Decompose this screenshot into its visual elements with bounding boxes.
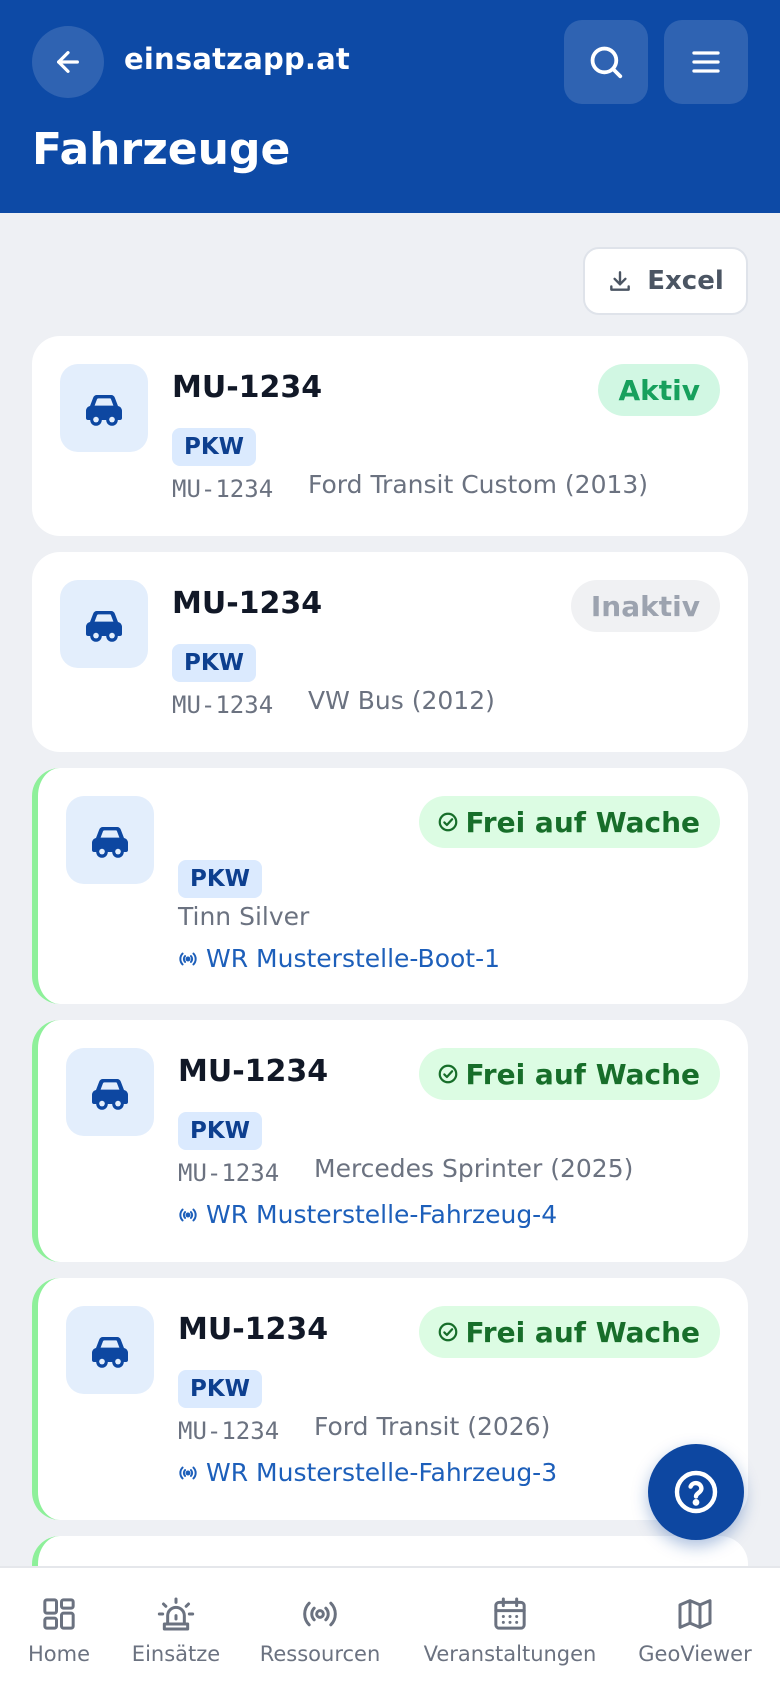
car-icon (92, 1337, 128, 1368)
download-icon (610, 271, 631, 291)
search-button[interactable] (564, 20, 648, 104)
vehicle-model: Ford Transit (2026) (314, 1412, 551, 1441)
status-badge: Frei auf Wache (419, 1306, 720, 1358)
vehicle-plate: MU-1234 (178, 1054, 329, 1089)
car-icon (92, 827, 128, 858)
search-icon (590, 46, 623, 79)
status-label: Frei auf Wache (465, 1315, 700, 1349)
broadcast-icon (179, 952, 197, 965)
vehicle-model: Tinn Silver (178, 902, 310, 931)
page-title: Fahrzeuge (32, 124, 291, 175)
status-badge: Frei auf Wache (419, 1048, 720, 1100)
back-button[interactable] (32, 26, 104, 98)
vehicle-plate-code: MU-1234 (172, 691, 274, 719)
car-icon (86, 395, 122, 426)
vehicle-card[interactable]: MU-1234 Frei auf Wache PKW MU-1234 Ford … (32, 1278, 748, 1520)
check-circle-icon (439, 1064, 458, 1084)
nav-item-geoviewer[interactable]: GeoViewer (636, 1568, 754, 1688)
menu-button[interactable] (664, 20, 748, 104)
vehicle-type-badge: PKW (178, 1112, 263, 1150)
check-circle-icon (439, 812, 458, 832)
vehicle-type-badge: PKW (172, 644, 257, 682)
nav-label: GeoViewer (638, 1642, 752, 1666)
station-label: WR Musterstelle-Fahrzeug-4 (206, 1200, 558, 1229)
car-icon (86, 611, 122, 642)
site-name: einsatzapp.at (124, 42, 350, 76)
status-label: Inaktiv (590, 589, 700, 623)
station-label: WR Musterstelle-Fahrzeug-3 (206, 1458, 558, 1487)
home-grid-icon (43, 1598, 75, 1630)
nav-item-einsaetze[interactable]: Einsätze (126, 1568, 226, 1688)
status-label: Aktiv (618, 373, 700, 407)
status-badge: Inaktiv (570, 580, 720, 632)
excel-label: Excel (647, 266, 724, 296)
hamburger-menu-icon (692, 51, 720, 73)
nav-item-veranstaltungen[interactable]: Veranstaltungen (418, 1568, 602, 1688)
bottom-navigation: Home Einsätze Ressourcen Veranstaltungen… (0, 1566, 780, 1688)
vehicle-station[interactable]: WR Musterstelle-Fahrzeug-3 (178, 1458, 557, 1487)
station-label: WR Musterstelle-Boot-1 (206, 944, 501, 973)
nav-label: Einsätze (131, 1642, 221, 1666)
vehicle-station[interactable]: WR Musterstelle-Boot-1 (178, 944, 500, 973)
siren-icon (157, 1597, 195, 1631)
nav-item-ressourcen[interactable]: Ressourcen (256, 1568, 384, 1688)
nav-label: Ressourcen (259, 1642, 381, 1666)
arrow-left-icon (57, 51, 79, 73)
vehicle-plate: MU-1234 (172, 370, 323, 405)
nav-item-home[interactable]: Home (18, 1568, 100, 1688)
broadcast-icon (179, 1466, 197, 1479)
vehicle-plate-code: MU-1234 (172, 475, 274, 503)
vehicle-icon-box (66, 796, 154, 884)
vehicle-plate: MU-1234 (172, 586, 323, 621)
vehicle-card[interactable]: MU-1234 Frei auf Wache PKW MU-1234 Merce… (32, 1020, 748, 1262)
vehicle-type-badge: PKW (178, 1370, 263, 1408)
vehicle-type-badge: PKW (172, 428, 257, 466)
nav-label: Veranstaltungen (423, 1642, 597, 1666)
check-circle-icon (439, 1322, 458, 1342)
status-label: Frei auf Wache (465, 1057, 700, 1091)
vehicle-icon-box (66, 1306, 154, 1394)
vehicle-card[interactable]: MU-1234 Inaktiv PKW MU-1234 VW Bus (2012… (32, 552, 748, 752)
nav-label: Home (27, 1642, 90, 1666)
status-badge: Aktiv (598, 364, 720, 416)
help-circle-icon (674, 1470, 718, 1514)
vehicle-model: VW Bus (2012) (308, 686, 495, 715)
vehicle-plate-code: MU-1234 (178, 1417, 280, 1445)
vehicle-plate-code: MU-1234 (178, 1159, 280, 1187)
status-badge: Frei auf Wache (419, 796, 720, 848)
status-label: Frei auf Wache (465, 805, 700, 839)
vehicle-icon-box (60, 580, 148, 668)
excel-export-button[interactable]: Excel (583, 247, 748, 315)
broadcast-icon (179, 1208, 197, 1221)
map-icon (678, 1599, 712, 1629)
app-header: einsatzapp.at Fahrzeuge (0, 0, 780, 213)
vehicle-model: Ford Transit Custom (2013) (308, 470, 649, 499)
vehicle-station[interactable]: WR Musterstelle-Fahrzeug-4 (178, 1200, 557, 1229)
vehicle-icon-box (66, 1048, 154, 1136)
help-button[interactable] (648, 1444, 744, 1540)
vehicle-card[interactable]: Frei auf Wache PKW Tinn Silver WR Muster… (32, 768, 748, 1004)
car-icon (92, 1079, 128, 1110)
vehicle-card[interactable]: MU-1234 Aktiv PKW MU-1234 Ford Transit C… (32, 336, 748, 536)
vehicle-icon-box (60, 364, 148, 452)
vehicle-model: Mercedes Sprinter (2025) (314, 1154, 634, 1183)
vehicle-plate: MU-1234 (178, 1312, 329, 1347)
vehicle-type-badge: PKW (178, 860, 263, 898)
broadcast-icon (303, 1601, 337, 1627)
calendar-icon (494, 1597, 526, 1630)
